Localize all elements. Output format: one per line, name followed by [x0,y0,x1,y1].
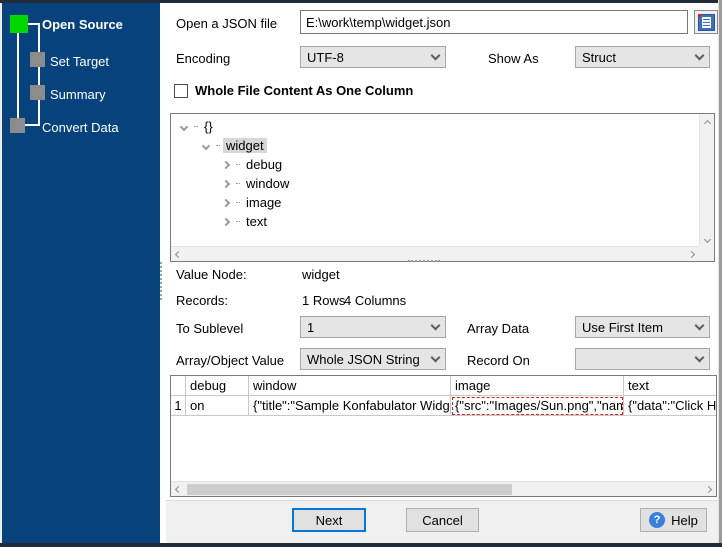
horizontal-splitter-grip[interactable] [408,260,440,262]
scroll-left-icon[interactable] [174,250,183,258]
to-sublevel-select[interactable]: 1 [300,316,446,338]
scroll-up-icon[interactable] [703,119,711,128]
step-indicator-set-target [30,52,45,67]
sidebar-item-summary[interactable]: Summary [50,87,106,102]
data-preview-grid: debug window image text 1 on {"title":"S… [170,375,717,497]
whole-file-checkbox-label: Whole File Content As One Column [195,83,414,98]
tree-item-text[interactable]: text [171,212,699,231]
wizard-window: Open Source Set Target Summary Convert D… [0,0,722,547]
step-indicator-convert-data [10,118,25,133]
chevron-right-icon [221,217,231,226]
scroll-right-icon[interactable] [687,250,696,258]
chevron-down-icon [179,122,189,131]
scroll-left-icon[interactable] [174,485,183,493]
step-connector-line [27,23,40,25]
tree-item-widget[interactable]: widget [171,136,699,155]
tree-rows: {} widget debug window image text [171,114,699,246]
grid-data-row: 1 on {"title":"Sample Konfabulator Widge… [171,396,716,416]
tree-horizontal-scrollbar[interactable] [171,246,699,261]
scrollbar-thumb[interactable] [187,484,512,495]
array-data-select[interactable]: Use First Item [575,316,710,338]
sidebar-item-set-target[interactable]: Set Target [50,54,109,69]
browse-file-button[interactable] [694,10,718,34]
sidebar-item-open-source[interactable]: Open Source [42,17,123,32]
record-on-label: Record On [467,353,530,368]
chevron-down-icon [694,320,705,330]
array-object-value-label: Array/Object Value [176,353,285,368]
window-right-edge [718,0,722,547]
chevron-down-icon [430,352,441,362]
file-document-icon [697,13,715,31]
tree-item-window[interactable]: window [171,174,699,193]
scroll-down-icon[interactable] [703,235,711,244]
main-panel: Open a JSON file Encoding UTF-8 Show As … [166,3,718,543]
chevron-down-icon [201,141,211,150]
panel-splitter-grip[interactable] [160,262,162,300]
grid-header-text[interactable]: text [624,376,716,396]
show-as-value: Struct [582,49,616,65]
grid-cell-text[interactable]: {"data":"Click Here" [624,396,716,416]
scroll-right-icon[interactable] [704,485,713,493]
tree-vertical-scrollbar[interactable] [699,114,714,246]
record-on-select[interactable] [575,348,710,370]
chevron-right-icon [221,179,231,188]
records-columns-value: 4 Columns [344,293,407,308]
grid-cell-window[interactable]: {"title":"Sample Konfabulator Widget" [249,396,451,416]
grid-header-rownum[interactable] [171,376,186,396]
grid-header-row: debug window image text [171,376,716,396]
grid-cell-image[interactable]: {"src":"Images/Sun.png","name":" [451,396,624,416]
encoding-label: Encoding [176,51,231,66]
encoding-select[interactable]: UTF-8 [300,46,446,68]
to-sublevel-label: To Sublevel [176,321,244,336]
step-indicator-open-source [10,15,28,33]
records-label: Records: [176,293,229,308]
show-as-label: Show As [488,51,539,66]
tree-item-image[interactable]: image [171,193,699,212]
chevron-down-icon [430,50,441,60]
show-as-select[interactable]: Struct [575,46,710,68]
grid-header-window[interactable]: window [249,376,451,396]
value-node-value: widget [302,267,340,282]
json-file-path-input[interactable] [300,10,688,34]
step-connector-line [25,124,40,126]
step-indicator-summary [30,85,45,100]
chevron-down-icon [694,352,705,362]
encoding-value: UTF-8 [307,49,344,65]
wizard-steps-sidebar: Open Source Set Target Summary Convert D… [2,3,160,543]
grid-horizontal-scrollbar[interactable] [171,481,716,496]
button-bar: Next Cancel ? Help [166,500,718,543]
question-mark-icon: ? [649,512,666,528]
next-button[interactable]: Next [292,508,366,532]
open-file-label: Open a JSON file [176,16,278,31]
array-object-value-select[interactable]: Whole JSON String [300,348,446,370]
cancel-button[interactable]: Cancel [406,508,479,532]
grid-cell-debug[interactable]: on [186,396,249,416]
scrollbar-corner [699,246,714,261]
step-connector-line [38,23,40,126]
help-button[interactable]: ? Help [640,508,707,532]
grid-cell-rownum[interactable]: 1 [171,396,186,416]
chevron-right-icon [221,160,231,169]
array-data-label: Array Data [467,321,530,336]
chevron-down-icon [430,320,441,330]
grid-header-image[interactable]: image [451,376,624,396]
tree-item-root[interactable]: {} [171,117,699,136]
step-connector-line [17,33,19,120]
grid-header-debug[interactable]: debug [186,376,249,396]
tree-item-debug[interactable]: debug [171,155,699,174]
json-structure-tree: {} widget debug window image text [170,113,715,262]
chevron-right-icon [221,198,231,207]
sidebar-item-convert-data[interactable]: Convert Data [42,120,119,135]
whole-file-checkbox-row[interactable]: Whole File Content As One Column [174,83,413,98]
value-node-label: Value Node: [176,267,247,282]
chevron-down-icon [694,50,705,60]
window-bottom-edge [0,543,722,547]
whole-file-checkbox[interactable] [174,83,188,98]
records-rows-value: 1 Rows [302,293,346,308]
